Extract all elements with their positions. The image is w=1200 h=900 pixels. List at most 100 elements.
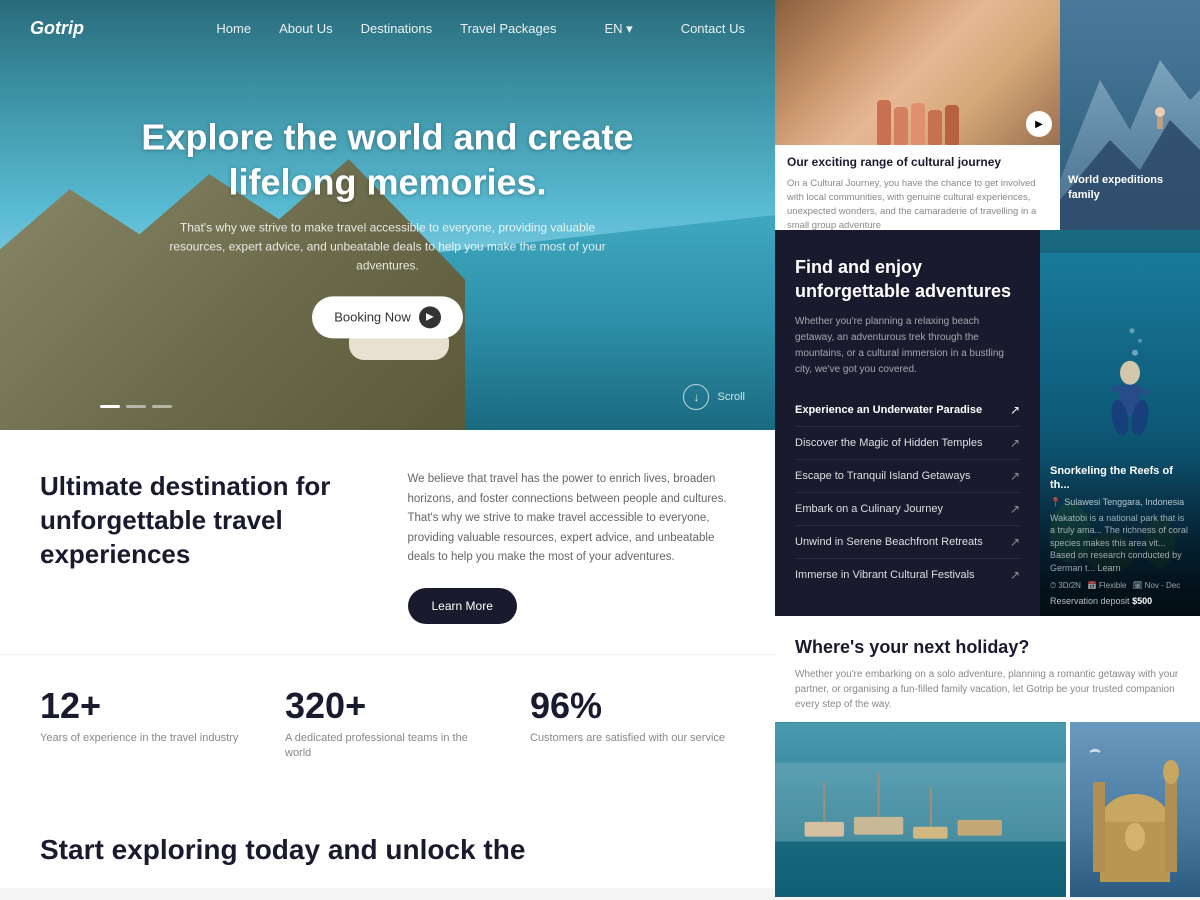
left-panel: Gotrip Home About Us Destinations Travel… bbox=[0, 0, 775, 900]
snorkeling-tag-0: ⏱ 3D/2N bbox=[1050, 581, 1081, 591]
holiday-side-image bbox=[1070, 722, 1200, 897]
holiday-images bbox=[775, 722, 1200, 897]
snorkeling-tag-1: 📅 Flexible bbox=[1087, 581, 1127, 591]
nav-links: Home About Us Destinations Travel Packag… bbox=[216, 21, 745, 37]
card-cultural: ▶ Our exciting range of cultural journey… bbox=[775, 0, 1060, 230]
deposit-amount: $500 bbox=[1132, 596, 1152, 606]
cultural-play-btn[interactable]: ▶ bbox=[1026, 111, 1052, 137]
person-2 bbox=[894, 107, 908, 145]
hero-dot-2[interactable] bbox=[126, 405, 146, 408]
stat-number-1: 320+ bbox=[285, 685, 490, 727]
snorkeling-title: Snorkeling the Reefs of th... bbox=[1050, 464, 1190, 493]
learn-more-button[interactable]: Learn More bbox=[408, 588, 517, 624]
adventure-item-text-1: Discover the Magic of Hidden Temples bbox=[795, 437, 983, 449]
about-right: We believe that travel has the power to … bbox=[408, 470, 736, 624]
adventure-item-text-3: Embark on a Culinary Journey bbox=[795, 503, 943, 515]
adventure-section: Find and enjoy unforgettable adventures … bbox=[775, 230, 1200, 616]
adventure-item-4[interactable]: Unwind in Serene Beachfront Retreats ↗ bbox=[795, 526, 1020, 559]
cultural-text: On a Cultural Journey, you have the chan… bbox=[787, 177, 1048, 230]
snorkeling-location: 📍 Sulawesi Tenggara, Indonesia bbox=[1050, 497, 1190, 508]
stat-item-1: 320+ A dedicated professional teams in t… bbox=[285, 685, 490, 762]
person-3 bbox=[911, 103, 925, 145]
snorkeling-overlay: Snorkeling the Reefs of th... 📍 Sulawesi… bbox=[1040, 454, 1200, 616]
calendar-icon: 📅 bbox=[1087, 581, 1097, 590]
expeditions-title: World expeditions family bbox=[1060, 165, 1200, 210]
adventure-arrow-3: ↗ bbox=[1010, 502, 1020, 516]
adventure-item-3[interactable]: Embark on a Culinary Journey ↗ bbox=[795, 493, 1020, 526]
about-text: We believe that travel has the power to … bbox=[408, 470, 736, 568]
stat-label-2: Customers are satisfied with our service bbox=[530, 731, 735, 746]
stat-label-1: A dedicated professional teams in the wo… bbox=[285, 731, 490, 762]
scroll-label: Scroll bbox=[717, 391, 745, 403]
stats-section: 12+ Years of experience in the travel in… bbox=[0, 654, 775, 792]
right-panel: ▶ Our exciting range of cultural journey… bbox=[775, 0, 1200, 900]
booking-button[interactable]: Booking Now ▶ bbox=[312, 296, 463, 338]
location-pin-icon: 📍 bbox=[1050, 497, 1061, 508]
adventure-right: Snorkeling the Reefs of th... 📍 Sulawesi… bbox=[1040, 230, 1200, 616]
mosque-svg bbox=[1070, 722, 1200, 897]
adventure-arrow-2: ↗ bbox=[1010, 469, 1020, 483]
scroll-circle: ↓ bbox=[683, 384, 709, 410]
stat-number-2: 96% bbox=[530, 685, 735, 727]
cultural-people bbox=[877, 100, 959, 145]
snorkeling-desc: Wakatobi is a national park that is a tr… bbox=[1050, 512, 1190, 575]
adventure-arrow-5: ↗ bbox=[1010, 568, 1020, 582]
card-expeditions: World expeditions family bbox=[1060, 0, 1200, 230]
holiday-main-image bbox=[775, 722, 1066, 897]
clock-icon: ⏱ bbox=[1050, 581, 1056, 591]
boat-body bbox=[349, 335, 449, 360]
hero-dot-1[interactable] bbox=[100, 405, 120, 408]
nav-logo[interactable]: Gotrip bbox=[30, 18, 84, 39]
cta-section: Start exploring today and unlock the bbox=[0, 792, 775, 888]
person-5 bbox=[945, 105, 959, 145]
date-icon: 🗓 bbox=[1132, 581, 1142, 590]
hero-section: Gotrip Home About Us Destinations Travel… bbox=[0, 0, 775, 430]
nav-contact[interactable]: Contact Us bbox=[681, 21, 745, 36]
hero-subtitle: That's why we strive to make travel acce… bbox=[163, 218, 613, 276]
snorkeling-image: Snorkeling the Reefs of th... 📍 Sulawesi… bbox=[1040, 230, 1200, 616]
harbor-svg bbox=[775, 722, 1066, 897]
hero-dots bbox=[100, 405, 172, 408]
cultural-image: ▶ bbox=[775, 0, 1060, 145]
cultural-content: Our exciting range of cultural journey O… bbox=[775, 145, 1060, 230]
snorkeling-deposit: Reservation deposit $500 bbox=[1050, 596, 1190, 606]
hero-content: Explore the world and create lifelong me… bbox=[78, 114, 698, 338]
adventure-subtitle: Whether you're planning a relaxing beach… bbox=[795, 314, 1020, 378]
adventure-item-2[interactable]: Escape to Tranquil Island Getaways ↗ bbox=[795, 460, 1020, 493]
stat-item-0: 12+ Years of experience in the travel in… bbox=[40, 685, 245, 762]
snorkeling-tags: ⏱ 3D/2N 📅 Flexible 🗓 Nov - Dec bbox=[1050, 581, 1190, 591]
cta-title: Start exploring today and unlock the bbox=[40, 832, 735, 868]
holiday-title: Where's your next holiday? bbox=[795, 636, 1180, 659]
nav-about[interactable]: About Us bbox=[279, 21, 332, 36]
adventure-item-text-5: Immerse in Vibrant Cultural Festivals bbox=[795, 569, 975, 581]
about-section: Ultimate destination for unforgettable t… bbox=[0, 430, 775, 654]
adventure-item-5[interactable]: Immerse in Vibrant Cultural Festivals ↗ bbox=[795, 559, 1020, 591]
adventure-arrow-4: ↗ bbox=[1010, 535, 1020, 549]
nav-destinations[interactable]: Destinations bbox=[361, 21, 433, 36]
booking-icon: ▶ bbox=[419, 306, 441, 328]
nav-packages[interactable]: Travel Packages bbox=[460, 21, 556, 36]
adventure-item-text-4: Unwind in Serene Beachfront Retreats bbox=[795, 536, 983, 548]
person-4 bbox=[928, 110, 942, 145]
adventure-title: Find and enjoy unforgettable adventures bbox=[795, 255, 1020, 304]
about-left: Ultimate destination for unforgettable t… bbox=[40, 470, 368, 624]
cultural-title: Our exciting range of cultural journey bbox=[787, 155, 1048, 171]
nav-language[interactable]: EN ▾ bbox=[604, 21, 632, 37]
hero-dot-3[interactable] bbox=[152, 405, 172, 408]
stat-label-0: Years of experience in the travel indust… bbox=[40, 731, 245, 746]
navigation: Gotrip Home About Us Destinations Travel… bbox=[0, 0, 775, 57]
scroll-indicator: ↓ Scroll bbox=[683, 384, 745, 410]
adventure-list: Experience an Underwater Paradise ↗ Disc… bbox=[795, 394, 1020, 591]
adventure-item-1[interactable]: Discover the Magic of Hidden Temples ↗ bbox=[795, 427, 1020, 460]
booking-label: Booking Now bbox=[334, 309, 411, 324]
nav-home[interactable]: Home bbox=[216, 21, 251, 36]
adventure-item-text-2: Escape to Tranquil Island Getaways bbox=[795, 470, 970, 482]
holiday-section: Where's your next holiday? Whether you'r… bbox=[775, 616, 1200, 897]
hero-title: Explore the world and create lifelong me… bbox=[78, 114, 698, 204]
adventure-item-0[interactable]: Experience an Underwater Paradise ↗ bbox=[795, 394, 1020, 427]
holiday-header: Where's your next holiday? Whether you'r… bbox=[775, 616, 1200, 722]
adventure-arrow-0: ↗ bbox=[1010, 403, 1020, 417]
adventure-arrow-1: ↗ bbox=[1010, 436, 1020, 450]
person-1 bbox=[877, 100, 891, 145]
stat-number-0: 12+ bbox=[40, 685, 245, 727]
